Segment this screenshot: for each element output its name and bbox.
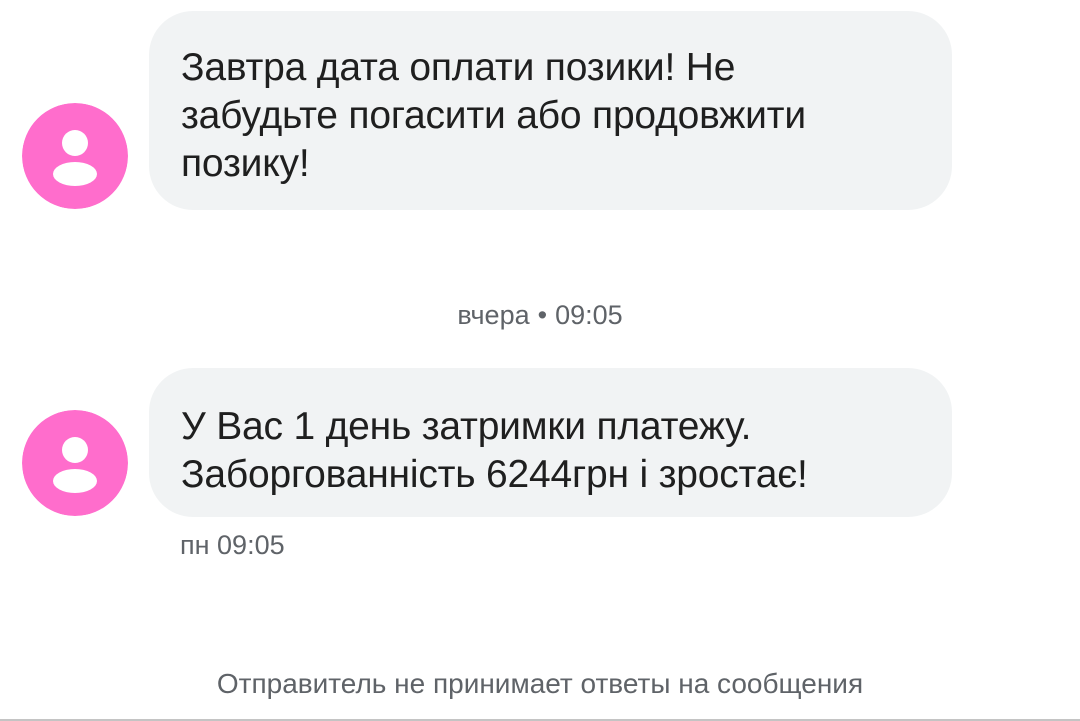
separator-day: вчера: [457, 300, 530, 330]
person-icon: [22, 103, 128, 209]
message-text-line: У Вас 1 день затримки платежу.: [181, 405, 752, 448]
message-bubble[interactable]: У Вас 1 день затримки платежу. Заборгова…: [149, 368, 952, 517]
date-separator: вчера • 09:05: [0, 300, 1080, 331]
no-reply-notice: Отправитель не принимает ответы на сообщ…: [216, 668, 864, 699]
message-timestamp: пн 09:05: [180, 530, 285, 560]
sender-avatar[interactable]: [22, 103, 128, 209]
message-bubble[interactable]: Завтра дата оплати позики! Не забудьте п…: [149, 11, 952, 210]
separator-time: 09:05: [555, 300, 623, 330]
message-text-line: Завтра дата оплати позики! Не: [181, 46, 736, 89]
message-text-line: Заборгованність 6244грн і зростає!: [181, 453, 808, 496]
message-text-line: забудьте погасити або продовжити: [181, 94, 806, 137]
person-icon: [22, 410, 128, 516]
message-text-line: позику!: [181, 142, 310, 185]
separator-dot: •: [537, 300, 548, 330]
sender-avatar[interactable]: [22, 410, 128, 516]
